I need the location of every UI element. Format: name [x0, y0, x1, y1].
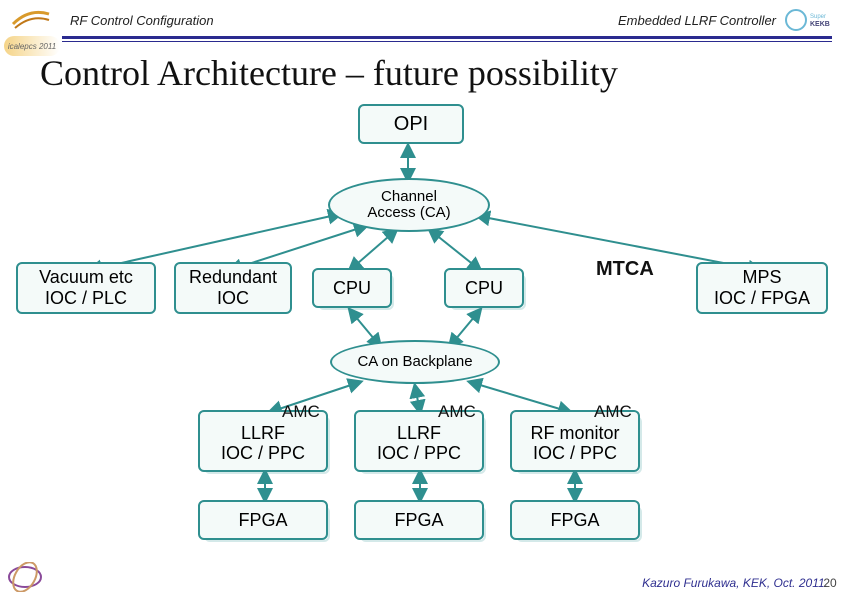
node-opi: OPI	[358, 104, 464, 144]
node-ca-backplane: CA on Backplane	[330, 340, 500, 384]
node-cpu-2: CPU	[444, 268, 524, 308]
node-channel-access: Channel Access (CA)	[328, 178, 490, 232]
node-vacuum-ioc: Vacuum etc IOC / PLC	[16, 262, 156, 314]
footer-credit: Kazuro Furukawa, KEK, Oct. 2011.	[642, 576, 828, 590]
label-mtca: MTCA	[596, 258, 654, 281]
header-right-text: Embedded LLRF Controller	[618, 13, 776, 28]
node-redundant-ioc: Redundant IOC	[174, 262, 292, 314]
page-number: 20	[816, 576, 842, 590]
node-fpga-1: FPGA	[198, 500, 328, 540]
diagram-canvas: OPI Channel Access (CA) Vacuum etc IOC /…	[0, 102, 842, 554]
label-amc-1: AMC	[282, 402, 320, 422]
arrow-layer	[0, 102, 842, 554]
footer-logo-icon	[6, 562, 44, 592]
header-left: RF Control Configuration	[10, 6, 214, 34]
header-left-text: RF Control Configuration	[70, 13, 214, 28]
svg-text:KEKB: KEKB	[810, 21, 830, 28]
header-rule-thick	[62, 36, 832, 39]
node-fpga-3: FPGA	[510, 500, 640, 540]
node-cpu-1: CPU	[312, 268, 392, 308]
header-right: Embedded LLRF Controller Super KEKB	[618, 6, 832, 34]
label-amc-2: AMC	[438, 402, 476, 422]
conference-badge: icalepcs 2011	[4, 36, 60, 56]
label-amc-3: AMC	[594, 402, 632, 422]
node-mps: MPS IOC / FPGA	[696, 262, 828, 314]
slide-header: RF Control Configuration Embedded LLRF C…	[0, 0, 842, 36]
svg-text:Super: Super	[810, 14, 826, 20]
node-fpga-2: FPGA	[354, 500, 484, 540]
slide-title: Control Architecture – future possibilit…	[0, 42, 842, 102]
logo-icon	[10, 6, 52, 34]
kek-logo-icon: Super KEKB	[784, 6, 832, 34]
